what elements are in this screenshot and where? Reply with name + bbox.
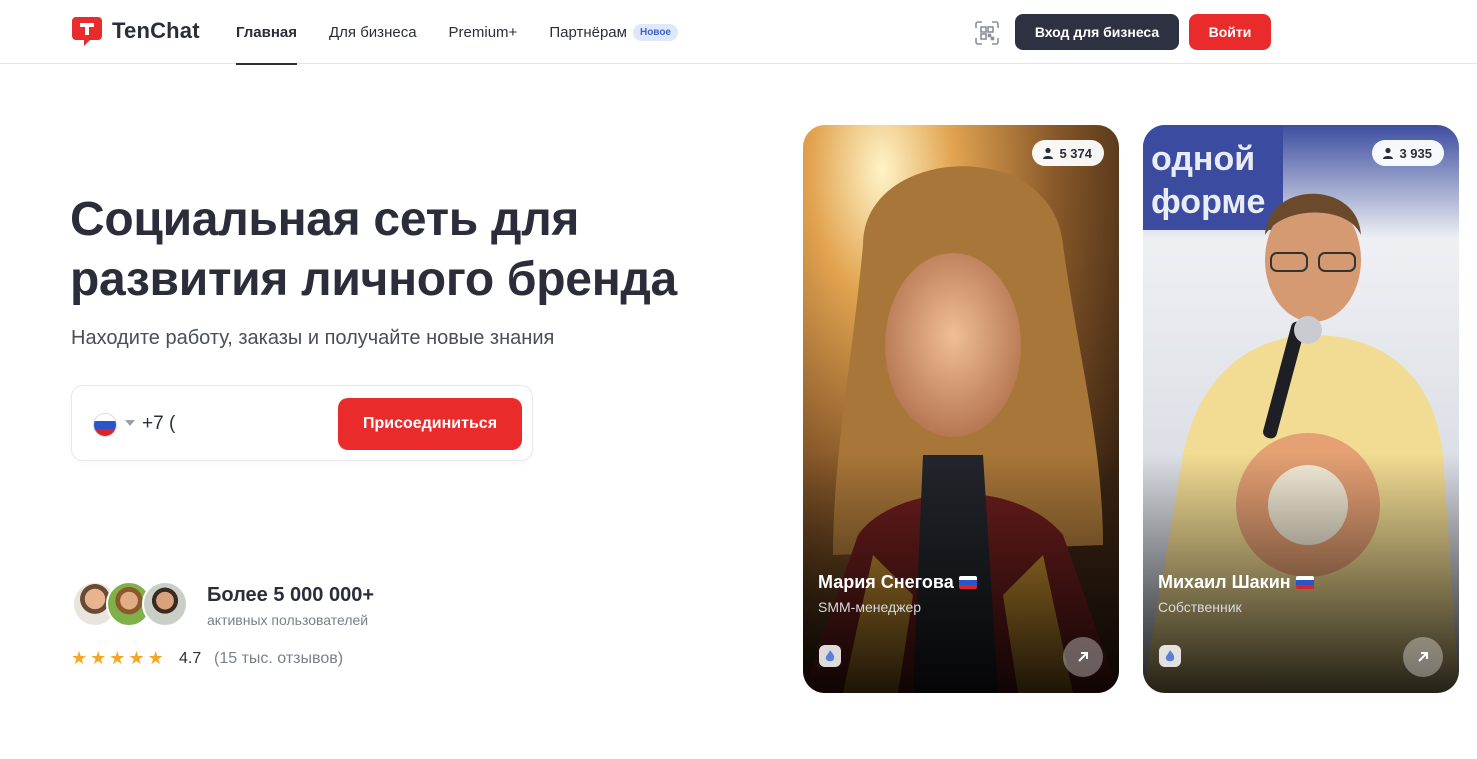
ru-flag-icon: [1295, 576, 1314, 589]
tenchat-logo-icon: [72, 17, 102, 46]
hero-title-line: Социальная сеть для: [70, 193, 580, 246]
nav-item-label: Партнёрам: [549, 23, 627, 41]
new-badge: Новое: [632, 23, 678, 41]
open-profile-arrow-icon[interactable]: [1403, 637, 1443, 677]
user-icon: [1043, 147, 1054, 159]
phone-signup-form: Присоединиться: [71, 385, 533, 461]
profile-name-text: Михаил Шакин: [1158, 572, 1291, 592]
followers-badge: 3 935: [1372, 140, 1444, 166]
user-icon: [1383, 147, 1394, 159]
users-count: Более 5 000 000+: [207, 584, 374, 606]
star-icon: ★: [128, 648, 145, 668]
profile-role: Собственник: [1158, 599, 1242, 615]
nav-item-label: Для бизнеса: [329, 23, 417, 41]
chevron-down-icon[interactable]: [125, 420, 135, 426]
svg-text:форме: форме: [1151, 183, 1265, 221]
hero-title: Социальная сеть для развития личного бре…: [70, 190, 750, 310]
business-login-button[interactable]: Вход для бизнеса: [1015, 14, 1179, 50]
login-button[interactable]: Войти: [1189, 14, 1271, 50]
hero-title-line: развития личного бренда: [70, 253, 677, 306]
star-icon: ★: [109, 648, 126, 668]
nav-item-partners[interactable]: Партнёрам Новое: [549, 0, 678, 64]
main-nav: Главная Для бизнеса Premium+ Партнёрам Н…: [236, 0, 710, 65]
followers-count: 5 374: [1059, 145, 1092, 161]
ru-flag-icon: [958, 576, 977, 589]
star-icon: ★: [71, 648, 88, 668]
nav-item-label: Главная: [236, 23, 298, 41]
logo-text: TenChat: [112, 18, 200, 43]
followers-count: 3 935: [1399, 145, 1432, 161]
nav-item-label: Premium+: [448, 23, 518, 41]
nav-item-premium[interactable]: Premium+: [449, 0, 518, 64]
profile-card[interactable]: одной форме 3 935 Михаил Шакин Собственн…: [1143, 125, 1459, 693]
reviews-count: (15 тыс. отзывов): [214, 650, 344, 667]
profile-role: SMM-менеджер: [818, 599, 922, 615]
nav-item-business[interactable]: Для бизнеса: [329, 0, 417, 64]
phone-input[interactable]: [142, 408, 332, 440]
profile-card[interactable]: 5 374 Мария Снегова SMM-менеджер: [803, 125, 1119, 693]
rating-value: 4.7: [179, 650, 202, 667]
profile-name: Михаил Шакин: [1158, 572, 1314, 593]
svg-text:одной: одной: [1151, 140, 1255, 178]
followers-badge: 5 374: [1032, 140, 1104, 166]
star-icon: ★: [147, 648, 164, 668]
ru-flag-icon[interactable]: [94, 414, 116, 436]
user-avatars: [72, 581, 192, 627]
top-header: TenChat Главная Для бизнеса Premium+ Пар…: [0, 0, 1477, 65]
flame-icon: [1159, 645, 1181, 667]
flame-icon: [819, 645, 841, 667]
profile-name-text: Мария Снегова: [818, 572, 954, 592]
join-button[interactable]: Присоединиться: [338, 398, 522, 450]
avatar: [142, 581, 188, 627]
open-profile-arrow-icon[interactable]: [1063, 637, 1103, 677]
nav-item-home[interactable]: Главная: [236, 0, 298, 65]
hero-subtitle: Находите работу, заказы и получайте новы…: [71, 327, 555, 349]
profile-name: Мария Снегова: [818, 572, 977, 593]
users-caption: активных пользователей: [207, 612, 369, 628]
qr-code-icon[interactable]: [973, 19, 1001, 47]
star-icon: ★: [90, 648, 107, 668]
rating-stars: ★ ★ ★ ★ ★: [71, 648, 167, 668]
logo[interactable]: TenChat: [70, 14, 200, 48]
